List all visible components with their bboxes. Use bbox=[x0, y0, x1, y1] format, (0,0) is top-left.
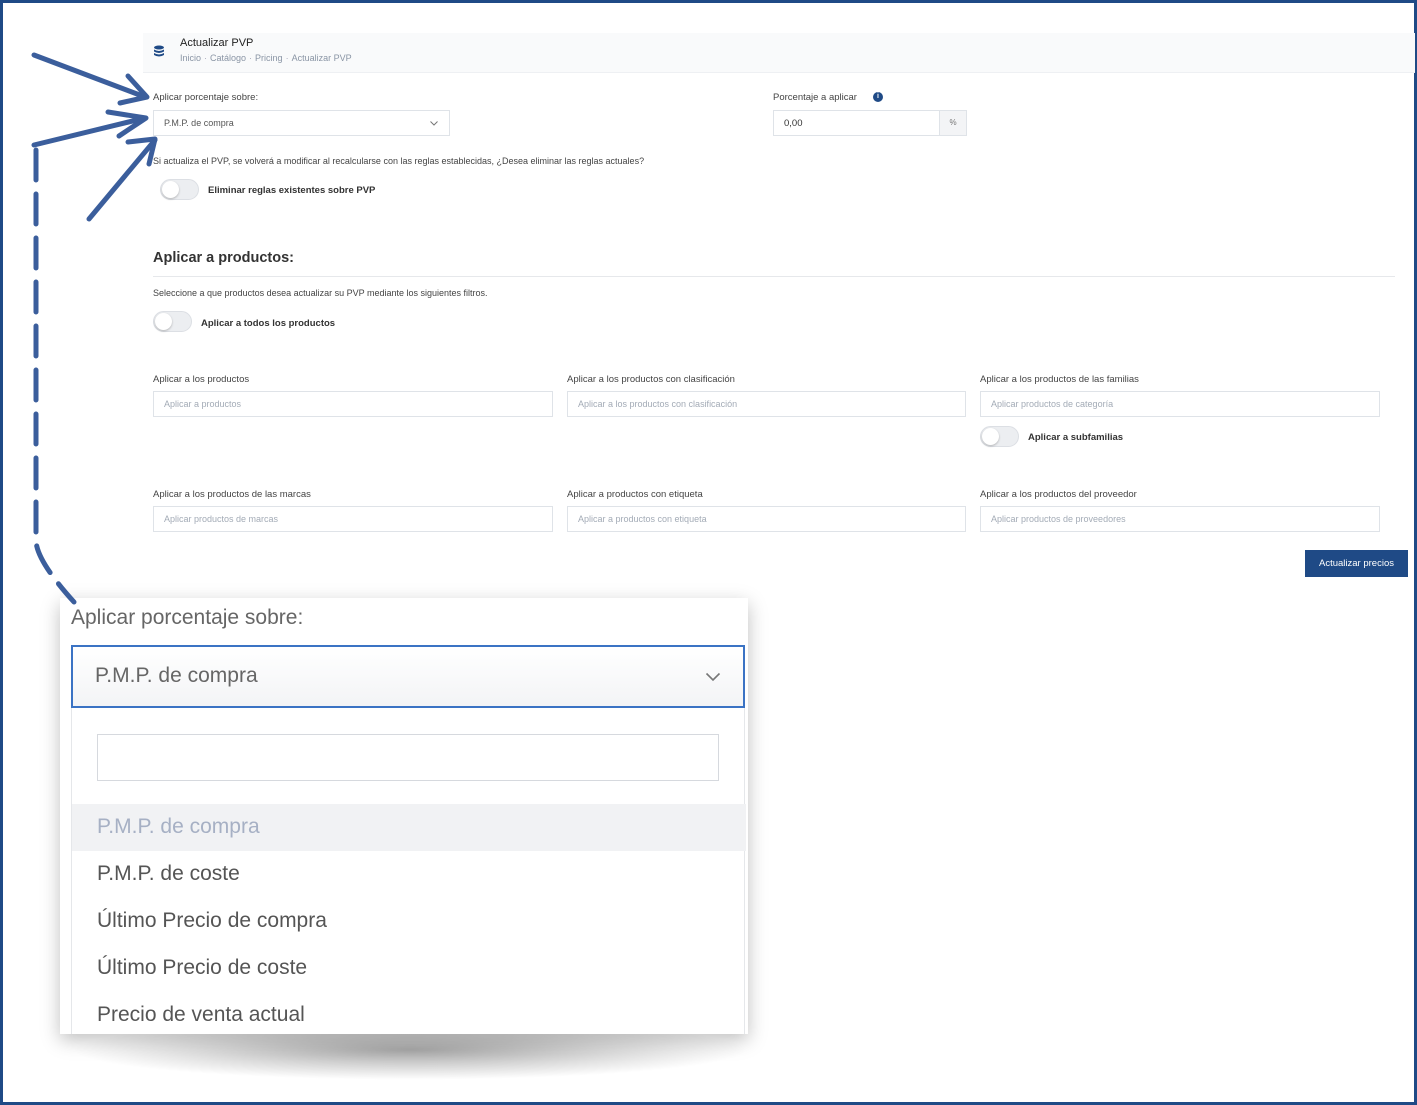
dropdown-options-list: P.M.P. de compra P.M.P. de coste Último … bbox=[71, 708, 746, 1034]
tags-field-label: Aplicar a productos con etiqueta bbox=[567, 489, 703, 500]
dropdown-search-input[interactable] bbox=[97, 734, 719, 781]
dropdown-option-pmp-coste[interactable]: P.M.P. de coste bbox=[72, 851, 746, 898]
percentage-value: 0,00 bbox=[784, 118, 803, 129]
brands-placeholder: Aplicar productos de marcas bbox=[164, 514, 279, 524]
breadcrumb-pricing[interactable]: Pricing bbox=[255, 53, 283, 63]
supplier-input[interactable]: Aplicar productos de proveedores bbox=[980, 506, 1380, 532]
classification-placeholder: Aplicar a los productos con clasificació… bbox=[578, 399, 738, 409]
tags-input[interactable]: Aplicar a productos con etiqueta bbox=[567, 506, 966, 532]
apply-on-label: Aplicar porcentaje sobre: bbox=[153, 92, 259, 103]
warning-text: Si actualiza el PVP, se volverá a modifi… bbox=[153, 156, 645, 166]
zoom-select[interactable]: P.M.P. de compra bbox=[71, 645, 745, 708]
apply-all-label: Aplicar a todos los productos bbox=[201, 318, 336, 329]
dropdown-option-precio-venta-actual[interactable]: Precio de venta actual bbox=[72, 992, 746, 1034]
subfamilies-label: Aplicar a subfamilias bbox=[1028, 432, 1124, 443]
apply-all-toggle[interactable] bbox=[153, 311, 192, 332]
dropdown-option-pmp-compra[interactable]: P.M.P. de compra bbox=[72, 804, 746, 851]
toggle-knob bbox=[982, 428, 999, 445]
zoom-label: Aplicar porcentaje sobre: bbox=[71, 606, 304, 629]
families-placeholder: Aplicar productos de categoría bbox=[991, 399, 1114, 409]
classification-input[interactable]: Aplicar a los productos con clasificació… bbox=[567, 391, 966, 417]
coins-icon bbox=[154, 45, 164, 57]
toggle-knob bbox=[162, 181, 179, 198]
products-description: Seleccione a que productos desea actuali… bbox=[153, 288, 488, 298]
dropdown-option-ultimo-precio-compra[interactable]: Último Precio de compra bbox=[72, 898, 746, 945]
breadcrumb-current: Actualizar PVP bbox=[291, 53, 352, 63]
percentage-label: Porcentaje a aplicar bbox=[773, 92, 857, 103]
remove-rules-label: Eliminar reglas existentes sobre PVP bbox=[208, 185, 376, 196]
apply-on-value: P.M.P. de compra bbox=[164, 118, 234, 128]
percentage-unit: % bbox=[939, 110, 967, 136]
brands-input[interactable]: Aplicar productos de marcas bbox=[153, 506, 553, 532]
zoom-select-value: P.M.P. de compra bbox=[95, 664, 258, 687]
section-divider bbox=[153, 276, 1395, 277]
apply-on-select[interactable]: P.M.P. de compra bbox=[153, 110, 450, 136]
subfamilies-toggle[interactable] bbox=[980, 426, 1019, 447]
products-input[interactable]: Aplicar a productos bbox=[153, 391, 553, 417]
update-prices-button[interactable]: Actualizar precios bbox=[1305, 550, 1408, 577]
info-icon[interactable]: i bbox=[873, 92, 883, 102]
dropdown-zoom-callout: Aplicar porcentaje sobre: P.M.P. de comp… bbox=[60, 598, 748, 1034]
supplier-placeholder: Aplicar productos de proveedores bbox=[991, 514, 1126, 524]
percentage-input[interactable]: 0,00 bbox=[773, 110, 940, 136]
brands-field-label: Aplicar a los productos de las marcas bbox=[153, 489, 311, 500]
breadcrumb: Inicio · Catálogo · Pricing · Actualizar PVP bbox=[180, 53, 352, 63]
breadcrumb-catalogo[interactable]: Catálogo bbox=[210, 53, 246, 63]
families-field-label: Aplicar a los productos de las familias bbox=[980, 374, 1139, 385]
tags-placeholder: Aplicar a productos con etiqueta bbox=[578, 514, 707, 524]
supplier-field-label: Aplicar a los productos del proveedor bbox=[980, 489, 1137, 500]
classification-field-label: Aplicar a los productos con clasificació… bbox=[567, 374, 735, 385]
families-input[interactable]: Aplicar productos de categoría bbox=[980, 391, 1380, 417]
toggle-knob bbox=[155, 313, 172, 330]
breadcrumb-inicio[interactable]: Inicio bbox=[180, 53, 201, 63]
chevron-down-icon bbox=[430, 121, 438, 126]
products-field-label: Aplicar a los productos bbox=[153, 374, 250, 385]
chevron-down-icon bbox=[705, 672, 721, 682]
products-placeholder: Aplicar a productos bbox=[164, 399, 242, 409]
remove-rules-toggle[interactable] bbox=[160, 179, 199, 200]
dropdown-option-ultimo-precio-coste[interactable]: Último Precio de coste bbox=[72, 945, 746, 992]
page-title: Actualizar PVP bbox=[180, 37, 254, 49]
products-section-title: Aplicar a productos: bbox=[153, 250, 294, 266]
